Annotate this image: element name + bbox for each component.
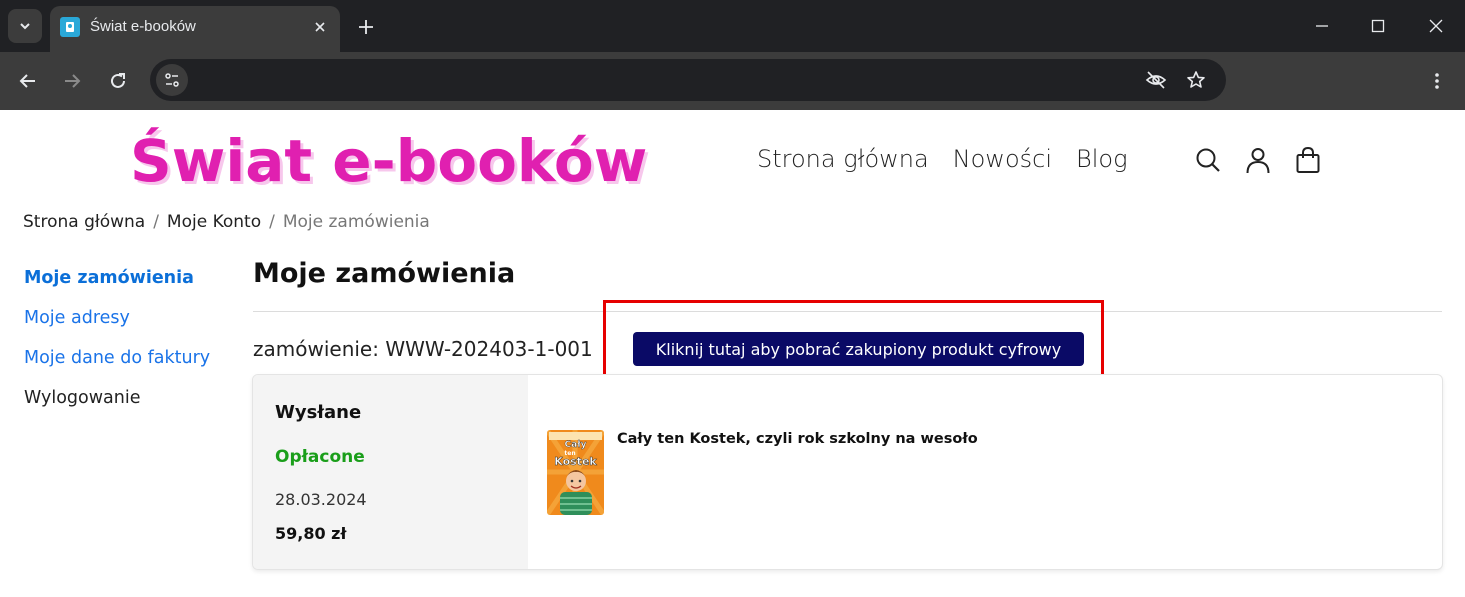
divider (253, 311, 1442, 312)
breadcrumb-account[interactable]: Moje Konto (167, 212, 261, 232)
breadcrumb-separator: / (153, 212, 159, 232)
account-sidebar: Moje zamówienia Moje adresy Moje dane do… (24, 266, 239, 426)
back-arrow-icon[interactable] (14, 67, 42, 95)
reload-icon[interactable] (104, 67, 132, 95)
order-total: 59,80 zł (275, 524, 347, 543)
product-title[interactable]: Cały ten Kostek, czyli rok szkolny na we… (617, 431, 978, 447)
sidebar-item-addresses[interactable]: Moje adresy (24, 306, 239, 346)
order-date: 28.03.2024 (275, 490, 367, 509)
download-product-button[interactable]: Kliknij tutaj aby pobrać zakupiony produ… (633, 332, 1084, 366)
sidebar-item-logout[interactable]: Wylogowanie (24, 386, 239, 426)
nav-home[interactable]: Strona główna (757, 145, 929, 173)
site-favicon-icon (60, 17, 80, 37)
maximize-icon[interactable] (1366, 14, 1390, 38)
payment-status: Opłacone (275, 447, 365, 467)
sidebar-item-invoice-data[interactable]: Moje dane do faktury (24, 346, 239, 386)
main-navigation: Strona główna Nowości Blog (757, 145, 1127, 173)
page-title: Moje zamówienia (253, 258, 516, 289)
cover-title-line1: Cały (565, 440, 587, 450)
order-status: Wysłane (275, 402, 362, 423)
user-account-icon[interactable] (1243, 144, 1273, 176)
close-tab-icon[interactable] (310, 17, 330, 37)
close-window-icon[interactable] (1424, 14, 1448, 38)
browser-toolbar (0, 52, 1465, 110)
new-tab-plus-icon[interactable] (354, 15, 378, 39)
breadcrumb-separator: / (269, 212, 275, 232)
breadcrumb: Strona główna / Moje Konto / Moje zamówi… (23, 212, 430, 232)
breadcrumb-home[interactable]: Strona główna (23, 212, 145, 232)
nav-blog[interactable]: Blog (1076, 145, 1127, 173)
order-card: Wysłane Opłacone 28.03.2024 59,80 zł Cał… (252, 374, 1443, 570)
site-info-icon[interactable] (156, 64, 188, 96)
forward-arrow-icon[interactable] (58, 67, 86, 95)
chevron-down-icon (20, 23, 30, 30)
browser-tab-bar: Świat e-booków (0, 0, 1465, 52)
browser-tab[interactable]: Świat e-booków (50, 6, 340, 52)
sidebar-item-orders[interactable]: Moje zamówienia (24, 266, 239, 306)
product-cover-image[interactable]: Cały ten Kostek (547, 430, 604, 515)
search-icon[interactable] (1193, 144, 1223, 176)
site-logo[interactable]: Świat e-booków (130, 128, 647, 194)
address-bar[interactable] (150, 59, 1226, 101)
order-number: zamówienie: WWW-202403-1-001 (253, 337, 593, 361)
shopping-bag-icon[interactable] (1293, 144, 1323, 176)
breadcrumb-current: Moje zamówienia (282, 212, 430, 232)
cover-title-line3: Kostek (554, 455, 597, 468)
tab-title: Świat e-booków (90, 18, 196, 35)
star-bookmark-icon[interactable] (1184, 68, 1208, 92)
order-summary-panel: Wysłane Opłacone 28.03.2024 59,80 zł (253, 375, 528, 569)
minimize-icon[interactable] (1310, 14, 1334, 38)
more-menu-icon[interactable] (1425, 66, 1449, 96)
eye-off-icon[interactable] (1144, 68, 1168, 92)
tab-search-button[interactable] (8, 9, 42, 43)
nav-news[interactable]: Nowości (953, 145, 1052, 173)
